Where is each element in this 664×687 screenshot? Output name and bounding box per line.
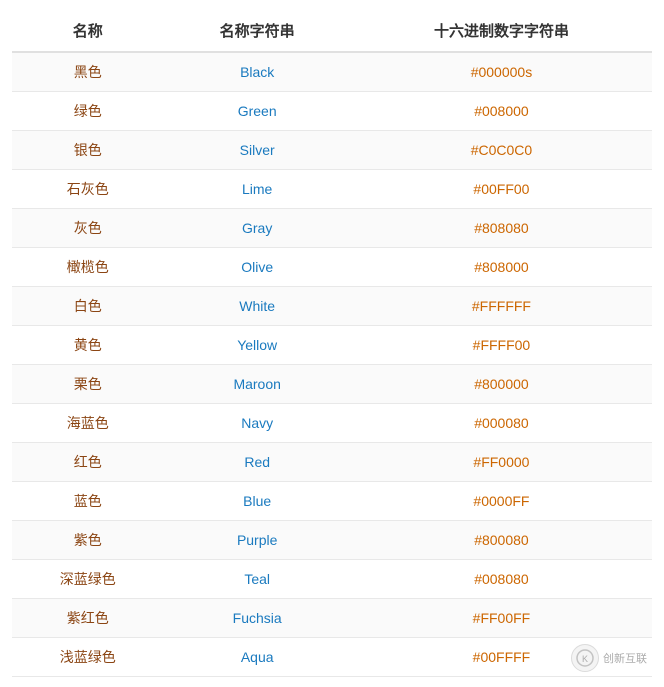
cell-name-str: Red: [163, 443, 350, 482]
cell-name: 浅蓝绿色: [12, 638, 163, 677]
cell-hex: #800000: [351, 365, 652, 404]
cell-name: 海蓝色: [12, 404, 163, 443]
cell-hex: #00FF00: [351, 170, 652, 209]
cell-hex: #008000: [351, 92, 652, 131]
cell-name: 石灰色: [12, 170, 163, 209]
table-header-row: 名称 名称字符串 十六进制数字字符串: [12, 10, 652, 52]
table-row: 浅蓝绿色Aqua#00FFFF: [12, 638, 652, 677]
cell-name-str: White: [163, 287, 350, 326]
cell-name-str: Purple: [163, 521, 350, 560]
table-row: 橄榄色Olive#808000: [12, 248, 652, 287]
cell-name-str: Silver: [163, 131, 350, 170]
cell-hex: #808080: [351, 209, 652, 248]
table-row: 绿色Green#008000: [12, 92, 652, 131]
cell-name: 蓝色: [12, 482, 163, 521]
cell-name-str: Teal: [163, 560, 350, 599]
table-row: 白色White#FFFFFF: [12, 287, 652, 326]
cell-name-str: Aqua: [163, 638, 350, 677]
table-row: 栗色Maroon#800000: [12, 365, 652, 404]
cell-hex: #808000: [351, 248, 652, 287]
cell-name-str: Olive: [163, 248, 350, 287]
watermark-svg: K: [576, 649, 594, 667]
color-table: 名称 名称字符串 十六进制数字字符串 黑色Black#000000s绿色Gree…: [12, 10, 652, 677]
cell-hex: #008080: [351, 560, 652, 599]
cell-name-str: Navy: [163, 404, 350, 443]
cell-name: 绿色: [12, 92, 163, 131]
cell-hex: #000080: [351, 404, 652, 443]
cell-name: 银色: [12, 131, 163, 170]
table-row: 灰色Gray#808080: [12, 209, 652, 248]
table-container: 名称 名称字符串 十六进制数字字符串 黑色Black#000000s绿色Gree…: [12, 10, 652, 677]
header-hex: 十六进制数字字符串: [351, 10, 652, 52]
watermark-icon: K: [571, 644, 599, 672]
cell-name: 栗色: [12, 365, 163, 404]
cell-name-str: Green: [163, 92, 350, 131]
cell-name-str: Lime: [163, 170, 350, 209]
cell-name: 灰色: [12, 209, 163, 248]
table-row: 海蓝色Navy#000080: [12, 404, 652, 443]
cell-hex: #FF00FF: [351, 599, 652, 638]
table-row: 黑色Black#000000s: [12, 52, 652, 92]
table-row: 红色Red#FF0000: [12, 443, 652, 482]
cell-name-str: Yellow: [163, 326, 350, 365]
cell-hex: #0000FF: [351, 482, 652, 521]
watermark-label: 创新互联: [603, 650, 647, 666]
cell-name-str: Maroon: [163, 365, 350, 404]
header-name-str: 名称字符串: [163, 10, 350, 52]
table-row: 银色Silver#C0C0C0: [12, 131, 652, 170]
cell-hex: #FF0000: [351, 443, 652, 482]
cell-name-str: Black: [163, 52, 350, 92]
table-row: 蓝色Blue#0000FF: [12, 482, 652, 521]
table-row: 深蓝绿色Teal#008080: [12, 560, 652, 599]
cell-name: 黄色: [12, 326, 163, 365]
table-row: 黄色Yellow#FFFF00: [12, 326, 652, 365]
cell-name: 橄榄色: [12, 248, 163, 287]
cell-name-str: Fuchsia: [163, 599, 350, 638]
cell-name-str: Blue: [163, 482, 350, 521]
cell-name: 白色: [12, 287, 163, 326]
cell-name: 紫红色: [12, 599, 163, 638]
header-name: 名称: [12, 10, 163, 52]
cell-name: 红色: [12, 443, 163, 482]
cell-hex: #FFFFFF: [351, 287, 652, 326]
cell-name-str: Gray: [163, 209, 350, 248]
table-row: 石灰色Lime#00FF00: [12, 170, 652, 209]
cell-hex: #000000s: [351, 52, 652, 92]
cell-name: 黑色: [12, 52, 163, 92]
cell-hex: #FFFF00: [351, 326, 652, 365]
cell-name: 深蓝绿色: [12, 560, 163, 599]
cell-hex: #800080: [351, 521, 652, 560]
watermark: K 创新互联: [571, 644, 647, 672]
table-row: 紫色Purple#800080: [12, 521, 652, 560]
table-body: 黑色Black#000000s绿色Green#008000银色Silver#C0…: [12, 52, 652, 677]
cell-name: 紫色: [12, 521, 163, 560]
table-row: 紫红色Fuchsia#FF00FF: [12, 599, 652, 638]
cell-hex: #C0C0C0: [351, 131, 652, 170]
